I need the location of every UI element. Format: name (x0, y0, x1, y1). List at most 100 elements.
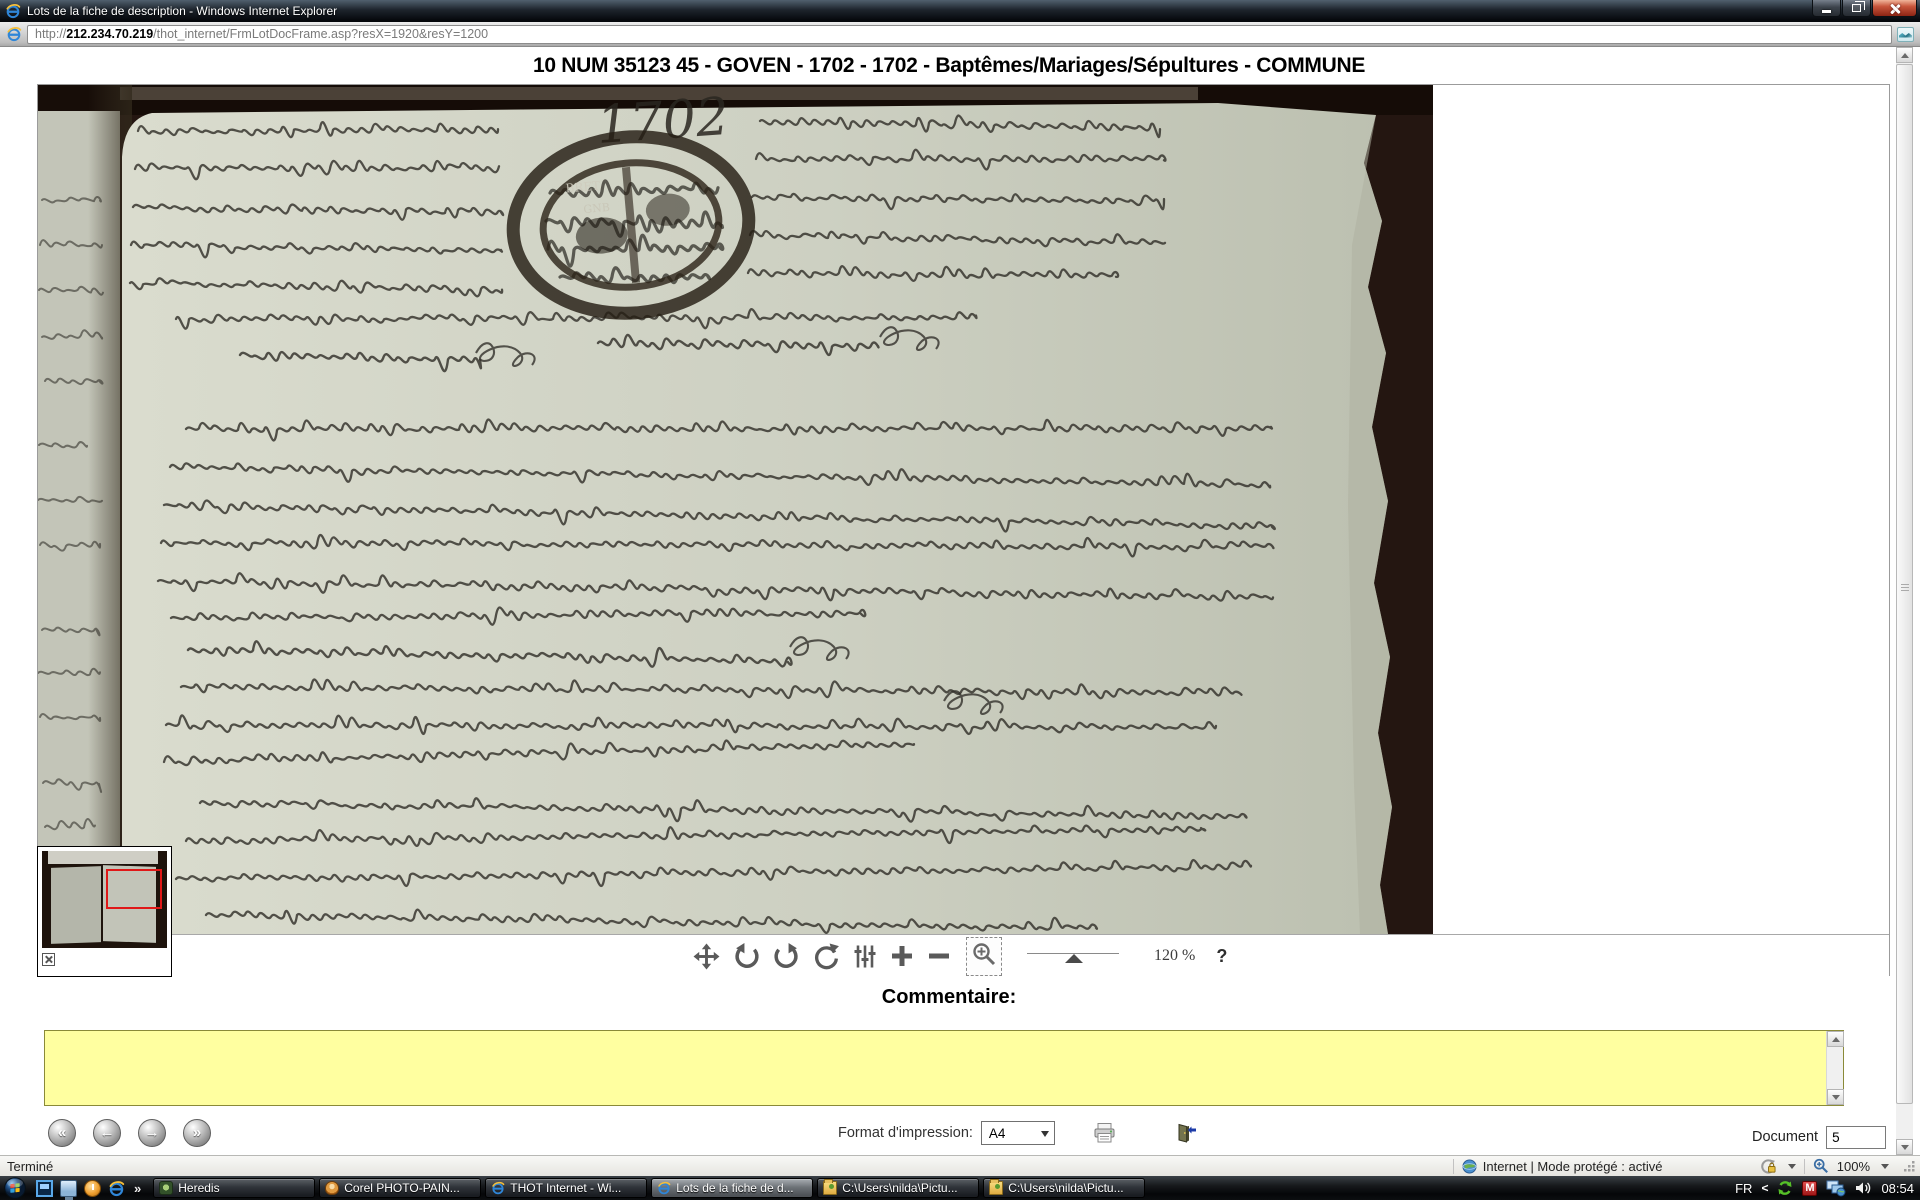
scroll-up-icon[interactable] (1827, 1031, 1844, 1047)
page-zoom-value[interactable]: 100% (1837, 1159, 1870, 1174)
print-format-label: Format d'impression: (838, 1125, 973, 1141)
taskbar-clock[interactable]: 08:54 (1881, 1181, 1914, 1196)
taskbar-button[interactable]: THOT Internet - Wi... (485, 1178, 647, 1198)
taskbar-button[interactable]: Heredis (153, 1178, 315, 1198)
manuscript-image[interactable]: 1702 BRET GNB (38, 85, 1433, 934)
address-bar: http://212.234.70.219/thot_internet/FrmL… (0, 22, 1920, 47)
quick-launch-ie-icon[interactable] (108, 1180, 125, 1197)
task-button-label: Corel PHOTO-PAIN... (344, 1181, 460, 1195)
ie-window-icon (5, 3, 21, 19)
system-tray: FR < M 08:54 (1735, 1176, 1914, 1200)
window-title: Lots de la fiche de description - Window… (27, 4, 337, 18)
zoom-slider[interactable] (1027, 946, 1119, 966)
language-indicator[interactable]: FR (1735, 1181, 1752, 1196)
close-button[interactable] (1872, 0, 1917, 17)
network-tray-icon[interactable] (1826, 1180, 1846, 1197)
mcafee-letter: M (1805, 1182, 1814, 1194)
scroll-down-icon[interactable] (1827, 1089, 1844, 1105)
exit-icon[interactable] (1175, 1122, 1197, 1144)
first-document-button[interactable]: « (48, 1119, 76, 1147)
status-text: Terminé (7, 1159, 53, 1174)
page-scrollbar[interactable] (1896, 47, 1913, 1155)
rotate-cw-icon[interactable] (773, 943, 800, 970)
task-button-label: THOT Internet - Wi... (510, 1181, 621, 1195)
thumbnail-close-icon[interactable] (42, 953, 55, 966)
reset-rotation-icon[interactable] (813, 943, 840, 970)
quick-launch-more-chevron[interactable]: » (134, 1181, 141, 1196)
quick-launch-desktop-icon[interactable] (60, 1180, 77, 1197)
zoom-slider-knob[interactable] (1065, 954, 1083, 963)
zoom-percent: 120 % (1154, 947, 1195, 965)
quick-launch-clock-icon[interactable] (84, 1180, 101, 1197)
task-app-icon (325, 1181, 339, 1195)
page-scroll-up-icon[interactable] (1896, 47, 1913, 63)
task-button-label: Lots de la fiche de d... (676, 1181, 793, 1195)
sync-tray-icon[interactable] (1777, 1180, 1793, 1196)
tray-expand-chevron[interactable]: < (1761, 1181, 1768, 1195)
ie-page-icon (6, 26, 22, 42)
thumbnail-viewport-rect[interactable] (106, 869, 162, 909)
privacy-dropdown-icon[interactable] (1788, 1164, 1796, 1169)
restore-button[interactable] (1842, 0, 1871, 17)
minimize-button[interactable] (1812, 0, 1841, 17)
comment-textarea[interactable] (45, 1031, 1826, 1105)
viewer-toolbar: 120 % ? (38, 934, 1889, 976)
thumbnail-image[interactable] (42, 851, 167, 948)
url-path: /thot_internet/FrmLotDocFrame.asp?resX=1… (153, 27, 488, 41)
task-button-label: C:\Users\nilda\Pictu... (842, 1181, 957, 1195)
taskbar-button[interactable]: Corel PHOTO-PAIN... (319, 1178, 481, 1198)
status-bar: Terminé Internet | Mode protégé : activé… (0, 1155, 1920, 1176)
url-host: 212.234.70.219 (66, 27, 153, 41)
rotate-ccw-icon[interactable] (733, 943, 760, 970)
page-title: 10 NUM 35123 45 - GOVEN - 1702 - 1702 - … (0, 54, 1898, 78)
zoom-dropdown-icon[interactable] (1881, 1164, 1889, 1169)
page-zoom-icon[interactable] (1813, 1158, 1829, 1174)
magnifier-tool-button[interactable] (966, 937, 1002, 976)
resize-grip-icon (1903, 1160, 1916, 1173)
task-app-icon (159, 1181, 173, 1195)
manuscript-year: 1702 (595, 87, 731, 156)
volume-tray-icon[interactable] (1855, 1180, 1872, 1196)
comment-scrollbar[interactable] (1826, 1031, 1843, 1105)
task-app-icon (823, 1181, 837, 1195)
task-app-icon (989, 1181, 1003, 1195)
compatibility-view-icon[interactable] (1897, 27, 1914, 42)
task-button-label: C:\Users\nilda\Pictu... (1008, 1181, 1123, 1195)
printer-icon[interactable] (1093, 1121, 1117, 1145)
adjust-levels-icon[interactable] (853, 943, 877, 970)
mcafee-tray-icon[interactable]: M (1802, 1181, 1817, 1196)
task-app-icon (491, 1181, 505, 1195)
document-number-input[interactable] (1826, 1126, 1886, 1149)
internet-zone-icon (1462, 1159, 1477, 1174)
url-scheme: http:// (35, 27, 66, 41)
task-button-label: Heredis (178, 1181, 219, 1195)
help-button[interactable]: ? (1216, 946, 1227, 967)
start-button[interactable] (4, 1177, 26, 1199)
quick-launch-app-icon[interactable] (36, 1180, 53, 1197)
thumb-left-page (51, 866, 101, 944)
taskbar-button[interactable]: Lots de la fiche de d... (651, 1178, 813, 1198)
page-scrollbar-thumb[interactable] (1896, 64, 1913, 1104)
print-format-select[interactable]: A4 (981, 1121, 1055, 1145)
zoom-in-icon[interactable] (890, 944, 914, 968)
previous-document-button[interactable]: ← (93, 1119, 121, 1147)
document-navigation: « ← → » (48, 1119, 211, 1147)
page-scroll-down-icon[interactable] (1896, 1139, 1913, 1155)
privacy-filter-icon[interactable] (1760, 1159, 1777, 1174)
task-button-strip: Heredis Corel PHOTO-PAIN... THOT Interne… (153, 1178, 1145, 1198)
document-viewer-frame: 1702 BRET GNB (37, 84, 1890, 976)
title-bar: Lots de la fiche de description - Window… (0, 0, 1920, 22)
pan-tool-icon[interactable] (693, 943, 720, 970)
taskbar-button[interactable]: C:\Users\nilda\Pictu... (983, 1178, 1145, 1198)
print-format-value: A4 (989, 1126, 1006, 1141)
taskbar-button[interactable]: C:\Users\nilda\Pictu... (817, 1178, 979, 1198)
address-input[interactable]: http://212.234.70.219/thot_internet/FrmL… (27, 25, 1892, 44)
select-arrow-icon (1041, 1131, 1049, 1137)
stamp-text-bottom: GNB (583, 201, 611, 216)
next-document-button[interactable]: → (138, 1119, 166, 1147)
comment-label: Commentaire: (0, 986, 1898, 1009)
minimize-icon (1822, 10, 1831, 13)
last-document-button[interactable]: » (183, 1119, 211, 1147)
close-icon (1889, 3, 1900, 14)
zoom-out-icon[interactable] (927, 944, 951, 968)
